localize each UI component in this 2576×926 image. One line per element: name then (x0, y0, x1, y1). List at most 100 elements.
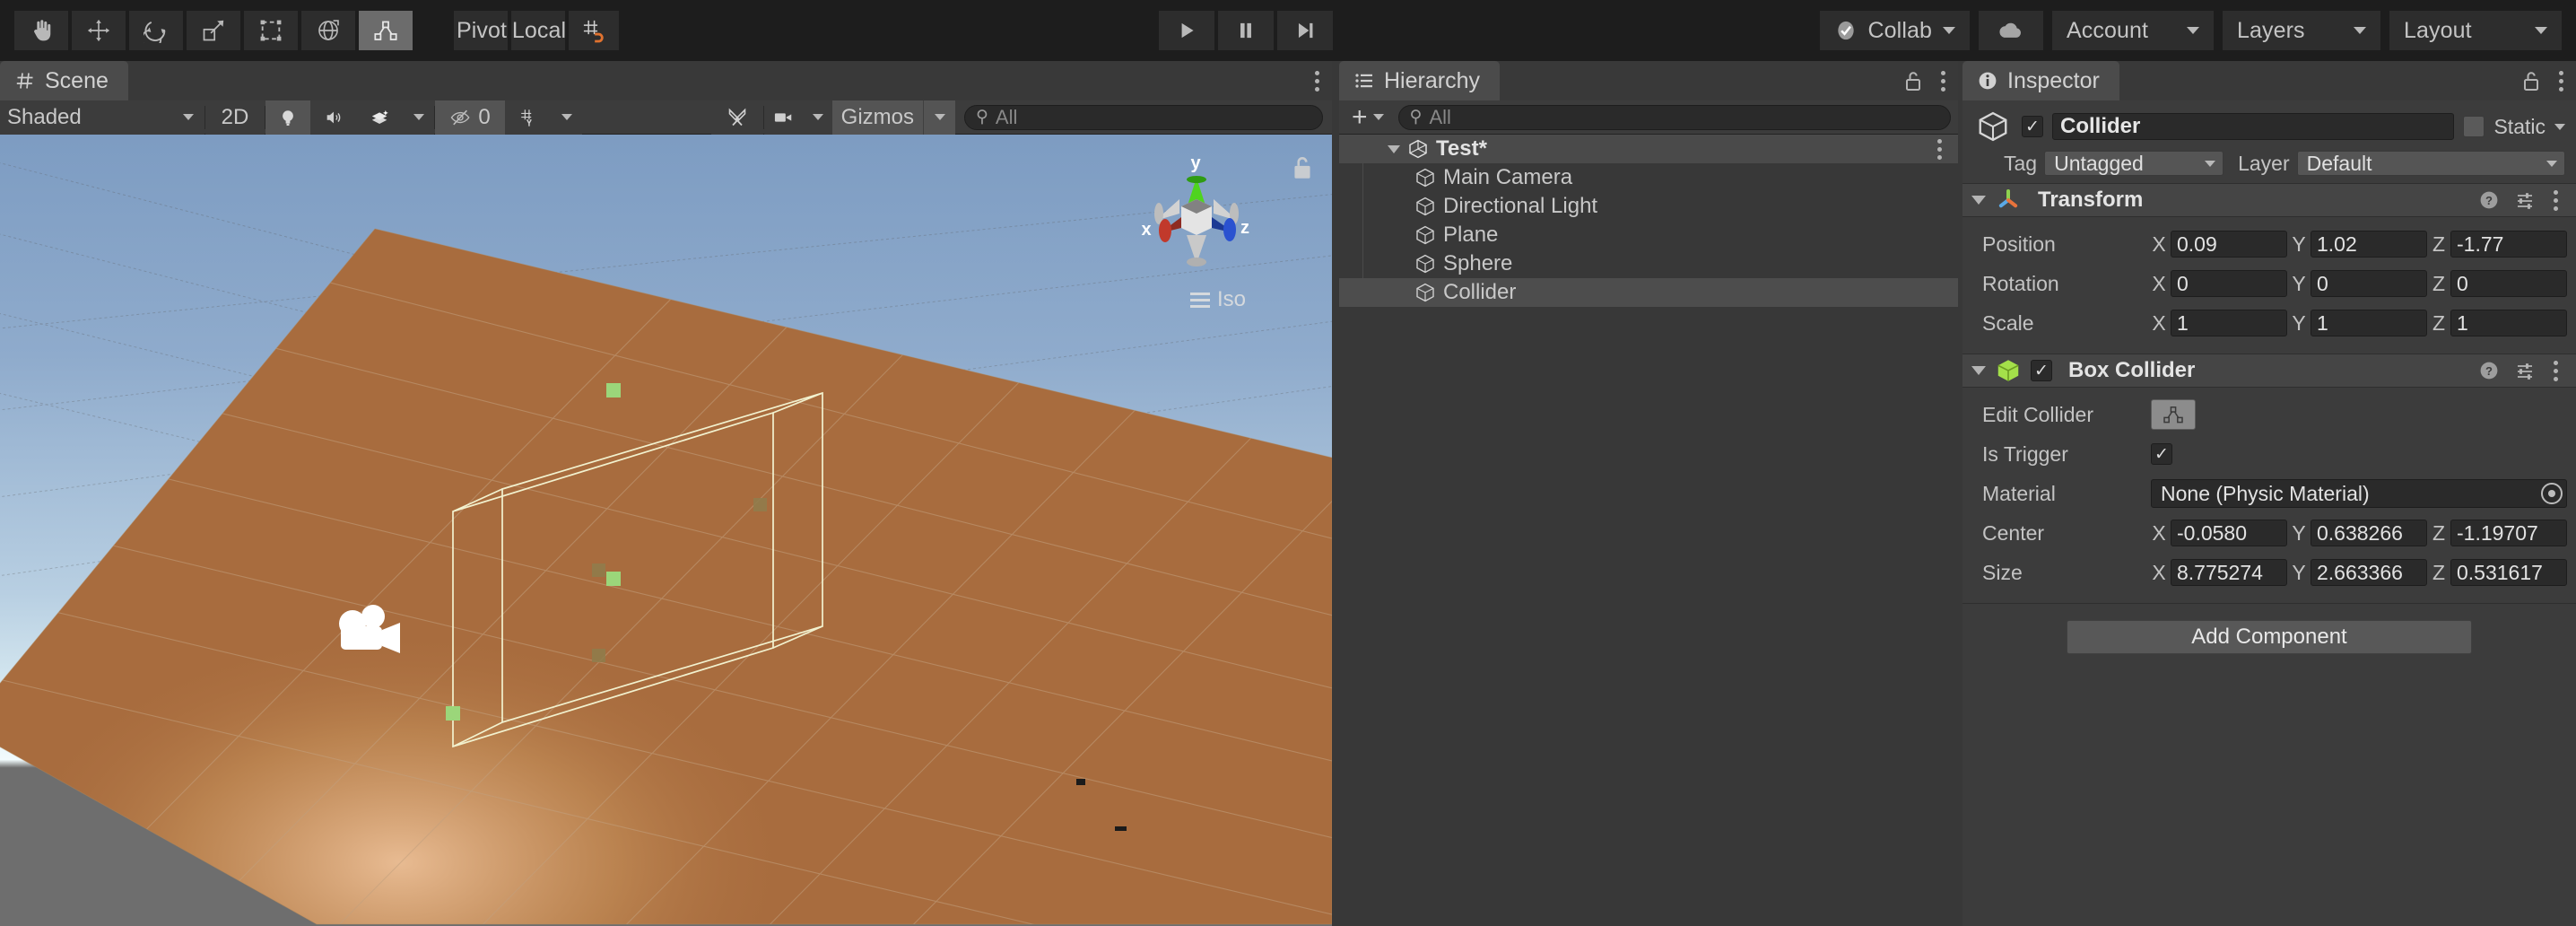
inspector-tabbar: Inspector (1962, 61, 2576, 100)
tag-dropdown[interactable]: Untagged (2044, 151, 2224, 176)
hierarchy-search-input[interactable]: ⚲ All (1397, 104, 1951, 130)
scene-grid-dropdown[interactable] (552, 100, 582, 135)
hierarchy-item-plane[interactable]: Plane (1339, 221, 1958, 249)
scale-y-field[interactable]: 1 (2311, 310, 2427, 336)
hierarchy-scene-row[interactable]: Test* (1339, 135, 1958, 163)
custom-editor-tool-button[interactable] (359, 11, 413, 50)
transform-component-header[interactable]: Transform ? (1962, 183, 2576, 217)
scale-tool-button[interactable] (187, 11, 240, 50)
help-icon[interactable]: ? (2478, 360, 2500, 381)
scene-camera-button[interactable] (763, 100, 804, 135)
account-button[interactable]: Account (2052, 11, 2214, 50)
hierarchy-item-sphere[interactable]: Sphere (1339, 249, 1958, 278)
2d-toggle-button[interactable]: 2D (205, 100, 265, 135)
hierarchy-item-label: Directional Light (1443, 194, 1598, 218)
inspector-menu-kebab[interactable] (2555, 67, 2567, 95)
static-dropdown-chevron-icon[interactable] (2554, 123, 2565, 130)
projection-mode-label[interactable]: Iso (1189, 287, 1246, 312)
draw-mode-dropdown[interactable]: Shaded (0, 100, 205, 135)
scale-z-field[interactable]: 1 (2450, 310, 2567, 336)
axis-y-label: Y (2292, 560, 2306, 584)
preset-icon[interactable] (2514, 189, 2536, 211)
scene-visibility-toggle[interactable]: 0 (435, 100, 505, 135)
step-button[interactable] (1277, 11, 1333, 50)
center-x-field[interactable]: -0.0580 (2171, 520, 2287, 546)
rect-tool-button[interactable] (244, 11, 298, 50)
position-z-field[interactable]: -1.77 (2450, 231, 2567, 258)
transform-foldout-icon[interactable] (1971, 196, 1986, 205)
hierarchy-menu-kebab[interactable] (1937, 67, 1949, 95)
scene-row-kebab[interactable] (1934, 135, 1945, 163)
object-picker-icon[interactable] (2541, 483, 2563, 504)
rotation-x-field[interactable]: 0 (2171, 270, 2287, 297)
axis-z-label: Z (2432, 560, 2446, 584)
scene-audio-toggle[interactable] (310, 100, 357, 135)
gameobject-name-field[interactable]: Collider (2052, 113, 2455, 140)
box-collider-component-header[interactable]: ✓ Box Collider ? (1962, 354, 2576, 388)
hierarchy-item-collider[interactable]: Collider (1339, 278, 1958, 307)
transform-tool-button[interactable] (301, 11, 355, 50)
add-component-button[interactable]: Add Component (2067, 620, 2472, 654)
size-z-field[interactable]: 0.531617 (2450, 559, 2567, 586)
scene-fx-toggle[interactable] (357, 100, 404, 135)
hand-tool-button[interactable] (14, 11, 68, 50)
is-trigger-checkbox[interactable]: ✓ (2151, 443, 2172, 465)
scene-lighting-toggle[interactable] (265, 100, 310, 135)
tab-hierarchy[interactable]: Hierarchy (1339, 61, 1500, 100)
scene-search-input[interactable]: ⚲ All (964, 104, 1323, 130)
pivot-toggle-button[interactable]: Pivot (454, 11, 508, 50)
scene-viewport[interactable]: y x z Iso (0, 135, 1332, 926)
hierarchy-lock-icon[interactable] (1902, 68, 1925, 93)
center-z-field[interactable]: -1.19707 (2450, 520, 2567, 546)
rotation-y-field[interactable]: 0 (2311, 270, 2427, 297)
scene-camera-dropdown[interactable] (803, 100, 832, 135)
chevron-down-icon (1372, 114, 1384, 120)
tab-scene[interactable]: Scene (0, 61, 128, 100)
hierarchy-tree[interactable]: Test* Main Camera Directional Light Plane S… (1339, 135, 1958, 926)
gizmos-dropdown[interactable] (923, 100, 955, 135)
collab-button[interactable]: Collab (1819, 11, 1970, 50)
preset-icon[interactable] (2514, 360, 2536, 381)
pause-button[interactable] (1218, 11, 1274, 50)
material-object-field[interactable]: None (Physic Material) (2151, 479, 2567, 508)
hierarchy-item-directional-light[interactable]: Directional Light (1339, 192, 1958, 221)
rotation-z-field[interactable]: 0 (2450, 270, 2567, 297)
box-collider-foldout-icon[interactable] (1971, 366, 1986, 375)
scale-x-field[interactable]: 1 (2171, 310, 2287, 336)
layout-button[interactable]: Layout (2389, 11, 2562, 50)
chevron-down-icon (2205, 160, 2216, 167)
static-checkbox[interactable] (2463, 116, 2485, 137)
box-collider-enabled-checkbox[interactable]: ✓ (2031, 360, 2052, 381)
grid-snap-icon (583, 20, 604, 43)
size-x-field[interactable]: 8.775274 (2171, 559, 2287, 586)
scene-menu-kebab[interactable] (1311, 67, 1323, 95)
play-button[interactable] (1159, 11, 1214, 50)
gameobject-enabled-checkbox[interactable]: ✓ (2022, 116, 2043, 137)
position-y-field[interactable]: 1.02 (2311, 231, 2427, 258)
move-tool-button[interactable] (72, 11, 126, 50)
gizmos-button[interactable]: Gizmos (831, 100, 923, 135)
scene-grid-toggle[interactable] (505, 100, 552, 135)
grid-snapping-button[interactable] (569, 11, 619, 50)
create-object-button[interactable]: + (1346, 103, 1389, 131)
inspector-lock-icon[interactable] (2519, 68, 2543, 93)
size-y-field[interactable]: 2.663366 (2311, 559, 2427, 586)
expand-triangle-icon[interactable] (1388, 144, 1400, 153)
edit-collider-button[interactable] (2151, 399, 2196, 430)
layer-dropdown[interactable]: Default (2296, 151, 2565, 176)
rotate-tool-button[interactable] (129, 11, 183, 50)
center-y-field[interactable]: 0.638266 (2311, 520, 2427, 546)
local-toggle-button[interactable]: Local (511, 11, 566, 50)
layers-button[interactable]: Layers (2223, 11, 2380, 50)
position-x-field[interactable]: 0.09 (2171, 231, 2287, 258)
inspector-panel: Inspector ✓ Collider Static Tag Untagged… (1962, 61, 2576, 926)
transform-menu-kebab[interactable] (2550, 187, 2562, 214)
box-collider-menu-kebab[interactable] (2550, 357, 2562, 385)
services-cloud-button[interactable] (1979, 11, 2043, 50)
tab-inspector[interactable]: Inspector (1962, 61, 2119, 100)
hierarchy-item-main-camera[interactable]: Main Camera (1339, 163, 1958, 192)
scene-fx-dropdown[interactable] (404, 100, 434, 135)
scene-tools-button[interactable] (710, 100, 763, 135)
help-icon[interactable]: ? (2478, 189, 2500, 211)
gizmo-lock-icon[interactable] (1291, 154, 1314, 181)
